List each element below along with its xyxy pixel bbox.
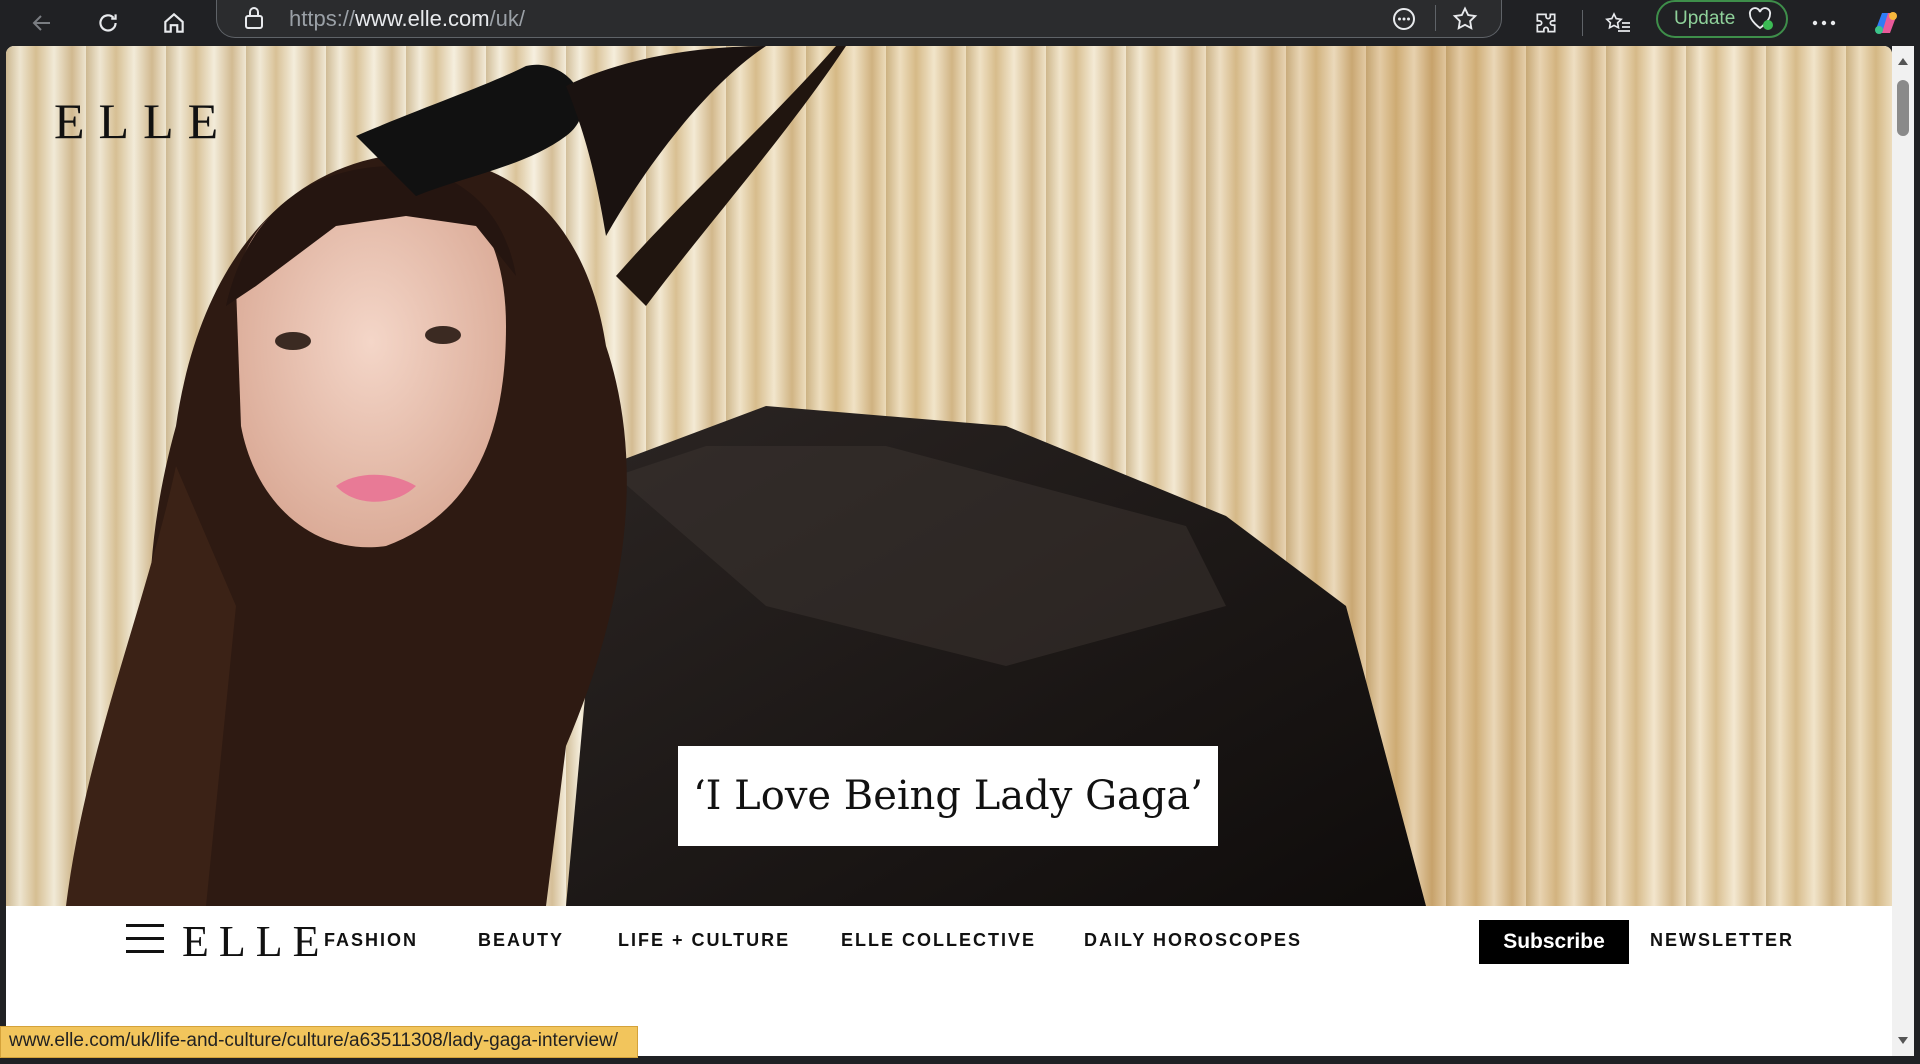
favorites-list-icon	[1605, 12, 1630, 32]
extensions-button[interactable]	[1528, 5, 1564, 41]
nav-item-fashion[interactable]: FASHION	[324, 930, 418, 951]
scrollbar-thumb[interactable]	[1897, 80, 1909, 136]
hamburger-menu-icon[interactable]	[126, 924, 164, 956]
status-bar-link: www.elle.com/uk/life-and-culture/culture…	[0, 1026, 638, 1058]
newsletter-link[interactable]: NEWSLETTER	[1650, 930, 1794, 951]
url-path: /uk/	[489, 6, 525, 31]
settings-more-button[interactable]	[1806, 5, 1842, 41]
address-bar[interactable]: https://www.elle.com/uk/	[216, 0, 1502, 38]
url-domain: www.elle.com	[355, 6, 490, 31]
nav-item-life-culture[interactable]: LIFE + CULTURE	[618, 930, 790, 951]
hero-headline[interactable]: ‘I Love Being Lady Gaga’	[678, 746, 1218, 846]
address-divider	[1435, 5, 1436, 31]
browser-toolbar: https://www.elle.com/uk/ Update	[0, 0, 1920, 46]
subscribe-button[interactable]: Subscribe	[1479, 920, 1629, 964]
back-arrow-icon	[32, 15, 50, 31]
lock-icon	[245, 7, 263, 29]
health-heart-icon	[1749, 7, 1774, 30]
favorites-button[interactable]	[1600, 5, 1636, 41]
update-label: Update	[1674, 8, 1736, 29]
nav-item-elle-collective[interactable]: ELLE COLLECTIVE	[841, 930, 1036, 951]
home-button[interactable]	[156, 5, 192, 41]
update-button[interactable]: Update	[1656, 0, 1788, 38]
nav-item-daily-horoscopes[interactable]: DAILY HOROSCOPES	[1084, 930, 1302, 951]
nav-elle-logo[interactable]: ELLE	[182, 916, 330, 967]
nav-item-beauty[interactable]: BEAUTY	[478, 930, 564, 951]
more-tools-icon[interactable]	[1391, 6, 1417, 32]
copilot-button[interactable]	[1868, 5, 1904, 41]
scroll-down-icon[interactable]	[1897, 1036, 1909, 1046]
ellipsis-icon	[1812, 20, 1836, 26]
puzzle-icon	[1536, 13, 1556, 33]
favorite-star-icon[interactable]	[1451, 5, 1479, 33]
site-navigation: ELLE FASHION BEAUTY LIFE + CULTURE ELLE …	[6, 906, 1892, 976]
reload-icon	[99, 14, 117, 32]
url-text: https://www.elle.com/uk/	[289, 6, 525, 32]
back-button[interactable]	[24, 5, 60, 41]
page-scrollbar[interactable]	[1892, 46, 1914, 1056]
hero-feature[interactable]: ELLE ‘I Love Being Lady Gaga’	[6, 46, 1892, 906]
reload-button[interactable]	[90, 5, 126, 41]
copilot-icon	[1875, 12, 1897, 34]
toolbar-divider	[1582, 10, 1583, 36]
home-icon	[164, 12, 184, 33]
hero-elle-logo[interactable]: ELLE	[54, 92, 232, 150]
url-prefix: https://	[289, 6, 356, 31]
scroll-up-icon[interactable]	[1897, 56, 1909, 66]
web-page: ELLE ‘I Love Being Lady Gaga’ ELLE FASHI…	[6, 46, 1892, 1056]
